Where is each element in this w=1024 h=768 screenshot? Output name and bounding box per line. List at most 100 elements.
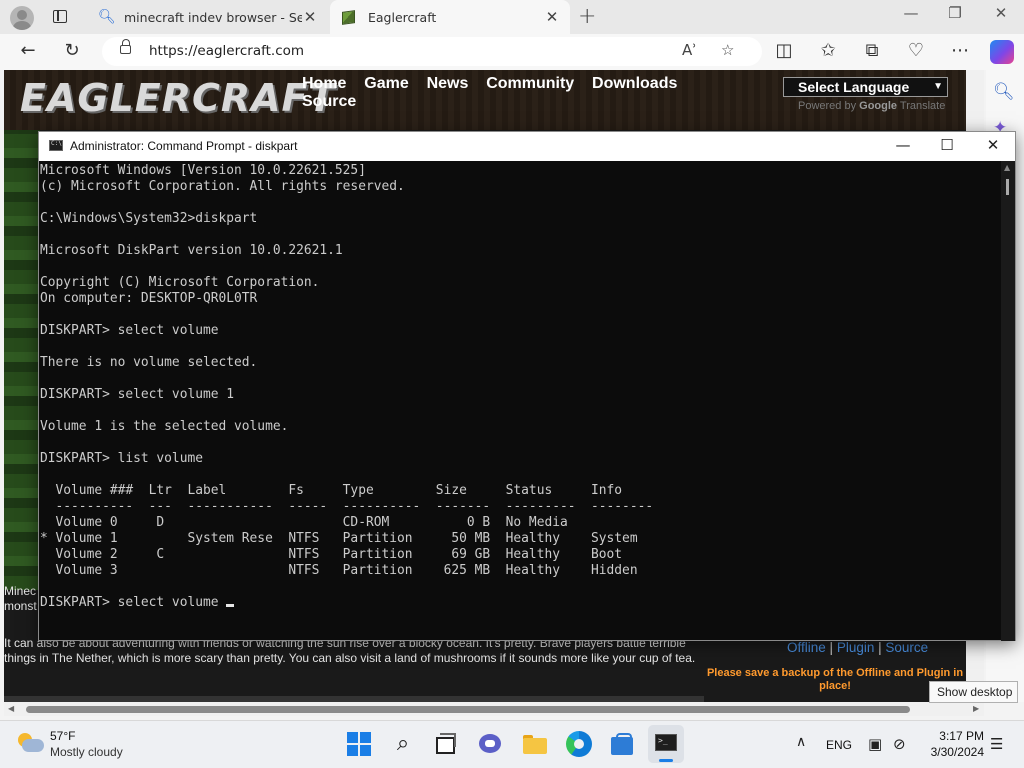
nav-game[interactable]: Game [364,75,408,93]
link-offline[interactable]: Offline [787,640,826,655]
url-text: https://eaglercraft.com [149,43,305,59]
tab-actions-icon[interactable] [50,7,72,27]
scroll-up-icon[interactable]: ▲ [1004,163,1010,172]
close-icon[interactable]: ✕ [978,136,1008,154]
maximize-icon[interactable]: ☐ [932,136,962,154]
file-explorer-icon[interactable] [522,731,548,757]
clock-date[interactable]: 3/30/2024 [920,745,984,759]
nav-news[interactable]: News [427,75,469,93]
terminal-line: Volume 1 is the selected volume. [40,419,289,434]
terminal-line: Microsoft DiskPart version 10.0.22621.1 [40,243,343,258]
nav-source[interactable]: Source [302,93,356,111]
weather-description[interactable]: Mostly cloudy [50,745,123,759]
terminal-prompt-line[interactable]: DISKPART> select volume [40,595,999,611]
terminal-icon [655,734,677,751]
input-language[interactable]: ENG [826,738,852,752]
site-logo[interactable]: EAGLERCRAFT [20,76,335,120]
address-bar[interactable]: https://eaglercraft.com Aʾ ☆ [102,37,762,66]
weather-cloudy-icon[interactable] [18,733,44,753]
back-icon[interactable]: ← [16,40,40,61]
weather-temperature[interactable]: 57°F [50,729,75,743]
search-icon[interactable]: 🔍︎ [993,82,1015,102]
minimize-icon[interactable]: — [896,4,926,22]
network-icon[interactable]: ▣ [868,735,882,753]
chevron-up-icon[interactable]: ∧ [796,734,806,750]
translate-link[interactable]: Translate [900,100,945,112]
close-tab-icon[interactable]: ✕ [302,8,318,26]
nav-downloads[interactable]: Downloads [592,75,677,93]
notification-icon[interactable]: ☰ [990,735,1003,753]
cmd-title-bar[interactable]: Administrator: Command Prompt - diskpart… [39,132,1015,161]
favorite-star-icon[interactable]: ☆ [721,41,734,59]
windows-start-icon[interactable] [346,731,372,757]
tab-search[interactable]: 🔍︎ minecraft indev browser - Search ✕ [88,0,328,34]
terminal-line: There is no volume selected. [40,355,258,370]
terminal-line: DISKPART> list volume [40,451,203,466]
microsoft-store-icon[interactable] [609,731,635,757]
google-text: Google [859,100,898,112]
browser-toolbar: ← ↻ https://eaglercraft.com Aʾ ☆ ◫ ✩ ⧉ ♡… [0,34,1024,70]
terminal-prompt: DISKPART> select volume [40,595,227,610]
backup-note: Please save a backup of the Offline and … [706,667,964,692]
new-tab-icon[interactable]: + [578,4,596,29]
search-icon[interactable]: ⌕ [390,731,416,757]
edge-browser-icon[interactable] [566,731,592,757]
volume-muted-icon[interactable]: ⊘ [893,735,906,753]
teams-chat-icon[interactable] [477,731,503,757]
refresh-icon[interactable]: ↻ [60,40,84,61]
link-plugin[interactable]: Plugin [837,640,875,655]
active-indicator [659,759,673,762]
horizontal-scrollbar[interactable]: ◀ ▶ [4,702,984,716]
site-nav: Home Game News Community Downloads Sourc… [302,75,722,111]
restore-icon[interactable]: ❐ [940,4,970,22]
profile-avatar-icon[interactable] [10,6,34,30]
cmd-title: Administrator: Command Prompt - diskpart [70,139,298,153]
taskbar: 57°F Mostly cloudy ⌕ ∧ ENG ▣ ⊘ 3:17 PM 3… [0,720,1024,768]
terminal-line: DISKPART> select volume 1 [40,387,235,402]
tab-label: Eaglercraft [368,9,437,25]
tab-eaglercraft[interactable]: Eaglercraft ✕ [330,0,570,34]
show-desktop-tooltip: Show desktop [929,681,1018,703]
nav-community[interactable]: Community [486,75,574,93]
scrollbar-thumb[interactable] [1006,179,1009,195]
minecraft-background-image [4,130,40,590]
terminal-text: Microsoft Windows [Version 10.0.22621.52… [40,163,999,611]
close-tab-icon[interactable]: ✕ [544,8,560,26]
search-icon: 🔍︎ [98,9,116,25]
chevron-down-icon: ▼ [933,81,943,92]
copilot-icon[interactable] [990,40,1014,64]
terminal-output[interactable]: Microsoft Windows [Version 10.0.22621.52… [39,161,999,641]
link-source[interactable]: Source [885,640,928,655]
clock-time[interactable]: 3:17 PM [934,729,984,743]
terminal-line: Volume 0 D CD-ROM 0 B No Media [40,515,568,530]
read-aloud-icon[interactable]: Aʾ [682,41,697,59]
terminal-line: Volume ### Ltr Label Fs Type Size Status… [40,483,623,498]
scrollbar-thumb[interactable] [26,706,910,713]
taskbar-cmd-button[interactable] [648,725,684,763]
browser-tab-strip: 🔍︎ minecraft indev browser - Search ✕ Ea… [0,0,1024,34]
split-screen-icon[interactable]: ◫ [772,40,796,61]
task-view-icon[interactable] [432,731,458,757]
terminal-line: (c) Microsoft Corporation. All rights re… [40,179,405,194]
lock-icon[interactable] [120,39,131,54]
nav-home[interactable]: Home [302,75,346,93]
collections-icon[interactable]: ⧉ [860,40,884,61]
more-menu-icon[interactable]: ⋯ [948,40,972,61]
cmd-scrollbar[interactable]: ▲ [1001,161,1015,641]
scroll-left-icon[interactable]: ◀ [8,704,14,713]
command-prompt-window[interactable]: Administrator: Command Prompt - diskpart… [38,131,1016,641]
browser-essentials-icon[interactable]: ♡ [904,40,928,61]
language-select[interactable]: Select Language ▼ [783,77,948,97]
terminal-line: ---------- --- ----------- ----- -------… [40,499,654,514]
terminal-line: Copyright (C) Microsoft Corporation. [40,275,320,290]
minimize-icon[interactable]: — [888,136,918,154]
scroll-right-icon[interactable]: ▶ [973,704,979,713]
favorites-icon[interactable]: ✩ [816,40,840,61]
close-window-icon[interactable]: ✕ [986,4,1016,22]
